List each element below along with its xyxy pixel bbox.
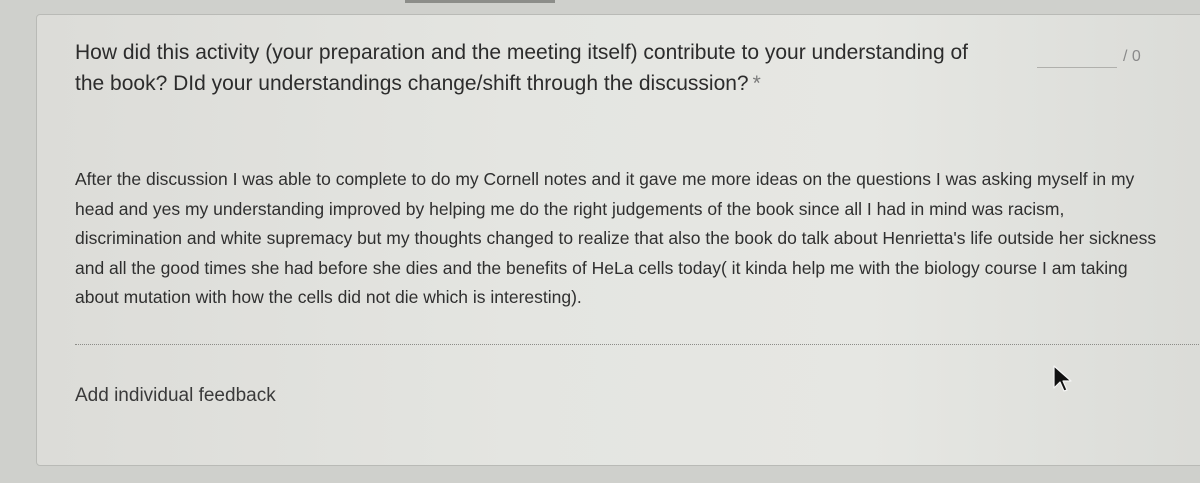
student-response: After the discussion I was able to compl… <box>75 169 1157 307</box>
response-underline <box>75 344 1200 345</box>
question-card: How did this activity (your preparation … <box>36 14 1200 466</box>
question-text: How did this activity (your preparation … <box>75 41 968 95</box>
mouse-pointer-icon <box>1053 365 1072 392</box>
question-title: How did this activity (your preparation … <box>75 37 975 99</box>
required-marker: * <box>752 72 761 95</box>
points-input[interactable] <box>1037 45 1117 68</box>
active-tab-indicator <box>405 0 555 3</box>
add-individual-feedback-link[interactable]: Add individual feedback <box>75 385 276 407</box>
points-field: / 0 <box>1037 45 1141 68</box>
points-max-label: / 0 <box>1123 47 1141 65</box>
